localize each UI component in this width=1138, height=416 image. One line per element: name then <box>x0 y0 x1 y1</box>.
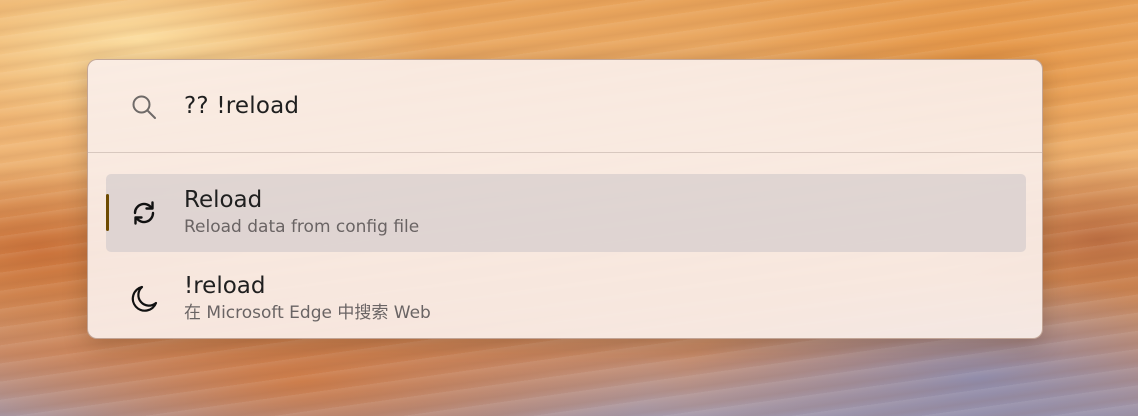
search-divider <box>88 152 1042 153</box>
refresh-icon <box>127 196 161 230</box>
result-item-web-search[interactable]: !reload 在 Microsoft Edge 中搜索 Web <box>106 260 1026 338</box>
search-icon <box>130 93 158 121</box>
moon-icon <box>127 282 161 316</box>
selection-indicator <box>106 194 109 231</box>
result-subtitle: Reload data from config file <box>184 217 420 237</box>
search-input[interactable]: ?? !reload <box>184 90 299 122</box>
launcher-window: ?? !reload Reload Reload data from confi… <box>87 59 1043 339</box>
result-title: Reload <box>184 187 263 213</box>
search-bar[interactable]: ?? !reload <box>88 60 1042 152</box>
result-title: !reload <box>184 273 266 299</box>
result-subtitle: 在 Microsoft Edge 中搜索 Web <box>184 303 431 323</box>
result-item-reload[interactable]: Reload Reload data from config file <box>106 174 1026 252</box>
